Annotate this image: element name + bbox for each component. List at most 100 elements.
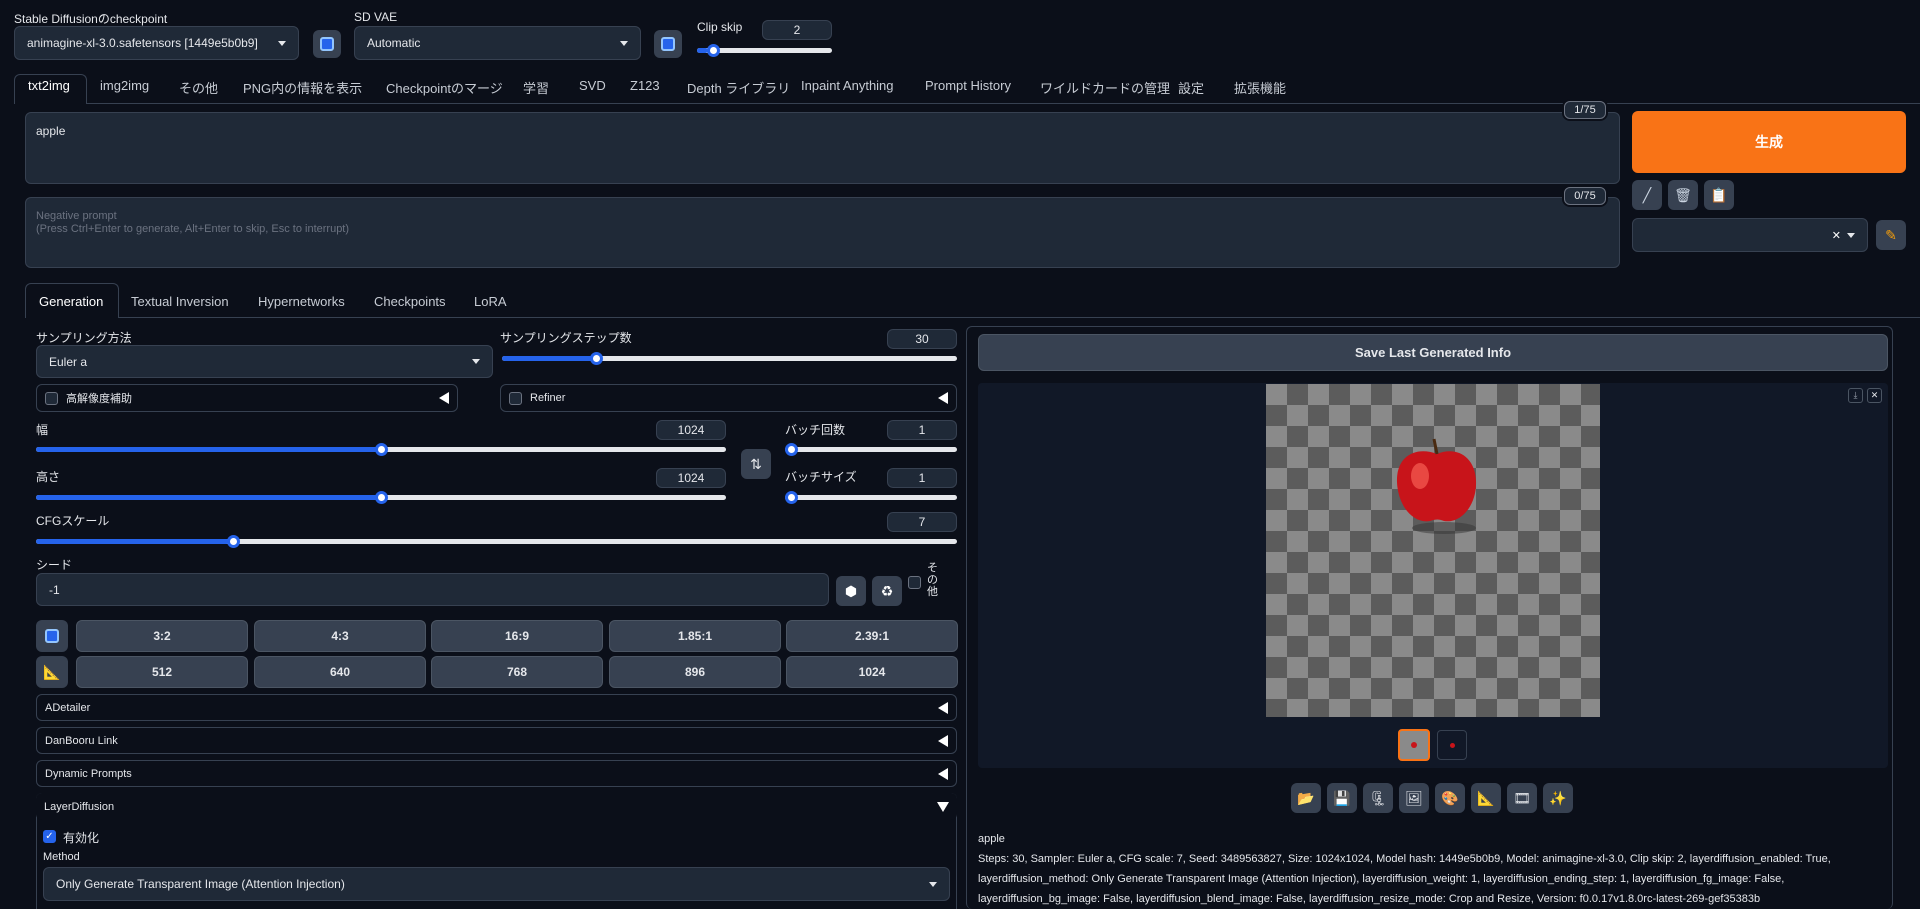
tab-img2img[interactable]: img2img xyxy=(100,78,149,93)
size-512-button[interactable]: 512 xyxy=(76,656,248,688)
swap-icon xyxy=(45,629,59,643)
clip-skip-input[interactable]: 2 xyxy=(762,20,832,40)
close-icon[interactable]: ✕ xyxy=(1867,388,1882,403)
generated-image[interactable] xyxy=(1266,384,1600,717)
tab-txt2img[interactable]: txt2img xyxy=(28,78,70,93)
check-icon: ✓ xyxy=(45,831,54,842)
chevron-down-icon xyxy=(278,40,286,46)
sparkle-button[interactable]: ✨ xyxy=(1543,783,1573,813)
subtab-hypernetworks[interactable]: Hypernetworks xyxy=(258,294,345,309)
steps-input[interactable]: 30 xyxy=(887,329,957,349)
random-seed-button[interactable]: ⬢ xyxy=(836,576,866,606)
tab-inpaint-anything[interactable]: Inpaint Anything xyxy=(801,78,894,93)
checkpoint-dropdown[interactable]: animagine-xl-3.0.safetensors [1449e5b0b9… xyxy=(14,26,299,60)
seed-label: シード xyxy=(36,558,73,572)
sampler-dropdown[interactable]: Euler a xyxy=(36,345,493,378)
tab-depth-library[interactable]: Depth ライブラリ xyxy=(687,78,790,97)
ratio-3-2-button[interactable]: 3:2 xyxy=(76,620,248,652)
save-button[interactable]: 💾 xyxy=(1327,783,1357,813)
paste-button[interactable]: 📋 xyxy=(1704,180,1734,210)
edit-style-button[interactable]: ✎ xyxy=(1876,220,1906,250)
ratio-1-85-button[interactable]: 1.85:1 xyxy=(609,620,781,652)
hires-fix-checkbox[interactable] xyxy=(45,391,58,405)
negative-prompt-hint: (Press Ctrl+Enter to generate, Alt+Enter… xyxy=(36,223,350,235)
size-640-button[interactable]: 640 xyxy=(254,656,426,688)
clear-icon[interactable]: ✕ xyxy=(1832,229,1841,242)
tab-checkpoint-merger[interactable]: Checkpointのマージ xyxy=(386,78,503,97)
thumbnail-1[interactable] xyxy=(1398,729,1430,761)
zip-button[interactable]: 🗜 xyxy=(1363,783,1393,813)
size-mode-button[interactable]: 📐 xyxy=(36,656,68,688)
refiner-accordion[interactable]: Refiner xyxy=(500,384,957,412)
batch-count-slider[interactable] xyxy=(785,443,957,456)
recycle-icon: ♻ xyxy=(880,582,894,599)
reuse-seed-button[interactable]: ♻ xyxy=(872,576,902,606)
dynamic-prompts-accordion[interactable]: Dynamic Prompts xyxy=(36,760,957,787)
width-input[interactable]: 1024 xyxy=(656,420,726,440)
swap-dimensions-button[interactable]: ⇅ xyxy=(741,449,771,479)
tab-extensions[interactable]: 拡張機能 xyxy=(1234,78,1286,97)
tab-prompt-history[interactable]: Prompt History xyxy=(925,78,1011,93)
refiner-checkbox[interactable] xyxy=(509,391,522,405)
size-1024-button[interactable]: 1024 xyxy=(786,656,958,688)
layerdiffusion-accordion[interactable]: LayerDiffusion xyxy=(36,793,957,820)
layerdiffusion-label: LayerDiffusion xyxy=(44,800,115,813)
tab-extras[interactable]: その他 xyxy=(179,78,218,97)
thumbnail-2[interactable] xyxy=(1437,730,1467,760)
tab-wildcards[interactable]: ワイルドカードの管理 xyxy=(1040,78,1170,97)
batch-size-input[interactable]: 1 xyxy=(887,468,957,488)
send-extras-button[interactable]: 📐 xyxy=(1471,783,1501,813)
steps-slider[interactable] xyxy=(502,352,957,365)
ratio-4-3-button[interactable]: 4:3 xyxy=(254,620,426,652)
adetailer-label: ADetailer xyxy=(45,701,91,714)
refresh-vae-button[interactable] xyxy=(654,30,682,58)
open-folder-button[interactable]: 📂 xyxy=(1291,783,1321,813)
tab-svd[interactable]: SVD xyxy=(579,78,606,93)
edit-button[interactable]: ╱ xyxy=(1632,180,1662,210)
download-icon[interactable]: ⤓ xyxy=(1848,388,1863,403)
cfg-input[interactable]: 7 xyxy=(887,512,957,532)
size-768-button[interactable]: 768 xyxy=(431,656,603,688)
batch-size-slider[interactable] xyxy=(785,491,957,504)
subtab-textual-inversion[interactable]: Textual Inversion xyxy=(131,294,229,309)
refresh-checkpoint-button[interactable] xyxy=(313,30,341,58)
danbooru-accordion[interactable]: DanBooru Link xyxy=(36,727,957,754)
subtab-generation[interactable]: Generation xyxy=(39,294,103,309)
prompt-textarea[interactable]: apple xyxy=(25,112,1620,184)
seed-input[interactable]: -1 xyxy=(36,573,829,606)
ratio-2-39-button[interactable]: 2.39:1 xyxy=(786,620,958,652)
output-prompt: apple xyxy=(978,833,1005,845)
hires-fix-accordion[interactable]: 高解像度補助 xyxy=(36,384,458,412)
vae-dropdown[interactable]: Automatic xyxy=(354,26,641,60)
send-inpaint-button[interactable]: 🎨 xyxy=(1435,783,1465,813)
ruler-icon: 📐 xyxy=(1477,789,1495,806)
clip-skip-slider[interactable] xyxy=(697,44,832,57)
tab-train[interactable]: 学習 xyxy=(523,78,549,97)
refiner-label: Refiner xyxy=(530,392,566,404)
extra-seed-checkbox[interactable] xyxy=(908,576,921,589)
method-dropdown[interactable]: Only Generate Transparent Image (Attenti… xyxy=(43,867,950,901)
dice-icon: ⬢ xyxy=(844,582,858,599)
height-slider[interactable] xyxy=(36,491,726,504)
tab-settings[interactable]: 設定 xyxy=(1178,78,1204,97)
subtab-checkpoints[interactable]: Checkpoints xyxy=(374,294,446,309)
clear-button[interactable]: 🗑 xyxy=(1668,180,1698,210)
ratio-16-9-button[interactable]: 16:9 xyxy=(431,620,603,652)
negative-prompt-textarea[interactable]: Negative prompt (Press Ctrl+Enter to gen… xyxy=(25,197,1620,268)
layerdiffusion-enable-checkbox[interactable]: ✓ xyxy=(43,830,56,843)
width-slider[interactable] xyxy=(36,443,726,456)
height-input[interactable]: 1024 xyxy=(656,468,726,488)
batch-count-input[interactable]: 1 xyxy=(887,420,957,440)
send-svd-button[interactable]: 🎞 xyxy=(1507,783,1537,813)
cfg-slider[interactable] xyxy=(36,535,957,548)
style-dropdown[interactable]: ✕ xyxy=(1632,218,1868,252)
subtab-lora[interactable]: LoRA xyxy=(474,294,507,309)
save-generated-info-button[interactable]: Save Last Generated Info xyxy=(978,334,1888,371)
tab-png-info[interactable]: PNG内の情報を表示 xyxy=(243,78,362,97)
tab-z123[interactable]: Z123 xyxy=(630,78,660,93)
send-img2img-button[interactable]: 🖼 xyxy=(1399,783,1429,813)
adetailer-accordion[interactable]: ADetailer xyxy=(36,694,957,721)
size-896-button[interactable]: 896 xyxy=(609,656,781,688)
swap-ratio-button[interactable] xyxy=(36,620,68,652)
generate-button[interactable]: 生成 xyxy=(1632,111,1906,173)
